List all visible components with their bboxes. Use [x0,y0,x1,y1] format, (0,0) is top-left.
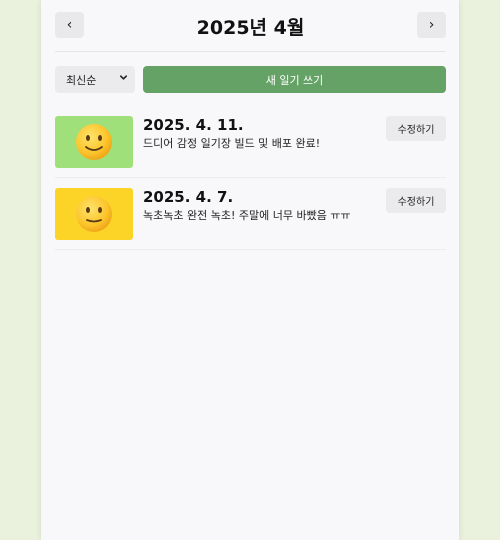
entry-content: 드디어 감정 일기장 빌드 및 배포 완료! [143,137,321,150]
entry-date: 2025. 4. 7. [143,188,234,206]
entry-divider [55,249,446,250]
next-month-button[interactable]: › [417,12,446,38]
sort-select-value: 최신순 [66,73,97,87]
new-diary-button[interactable]: 새 일기 쓰기 [143,66,446,93]
header-divider [55,51,446,52]
chevron-down-icon [119,73,128,85]
neutral-smiling-face-icon [76,196,112,232]
list-controls: 최신순 새 일기 쓰기 [55,66,446,93]
month-header: ‹ 2025년 4월 › [55,12,446,40]
chevron-right-icon: › [428,17,435,33]
emotion-image[interactable] [55,188,133,240]
entry-divider [55,177,446,178]
slightly-smiling-face-icon [76,124,112,160]
emotion-image[interactable] [55,116,133,168]
sort-select[interactable]: 최신순 [55,66,135,93]
diary-entry[interactable]: 2025. 4. 11. 드디어 감정 일기장 빌드 및 배포 완료! 수정하기 [55,116,446,168]
entry-date: 2025. 4. 11. [143,116,244,134]
edit-button[interactable]: 수정하기 [386,116,446,141]
month-title: 2025년 4월 [196,17,305,39]
edit-button[interactable]: 수정하기 [386,188,446,213]
entry-content: 녹초녹초 완전 녹초! 주말에 너무 바빴음 ㅠㅠ [143,209,351,222]
diary-entry[interactable]: 2025. 4. 7. 녹초녹초 완전 녹초! 주말에 너무 바빴음 ㅠㅠ 수정… [55,188,446,240]
diary-app: ‹ 2025년 4월 › 최신순 새 일기 쓰기 2025. 4. 11. 드디… [41,0,459,540]
